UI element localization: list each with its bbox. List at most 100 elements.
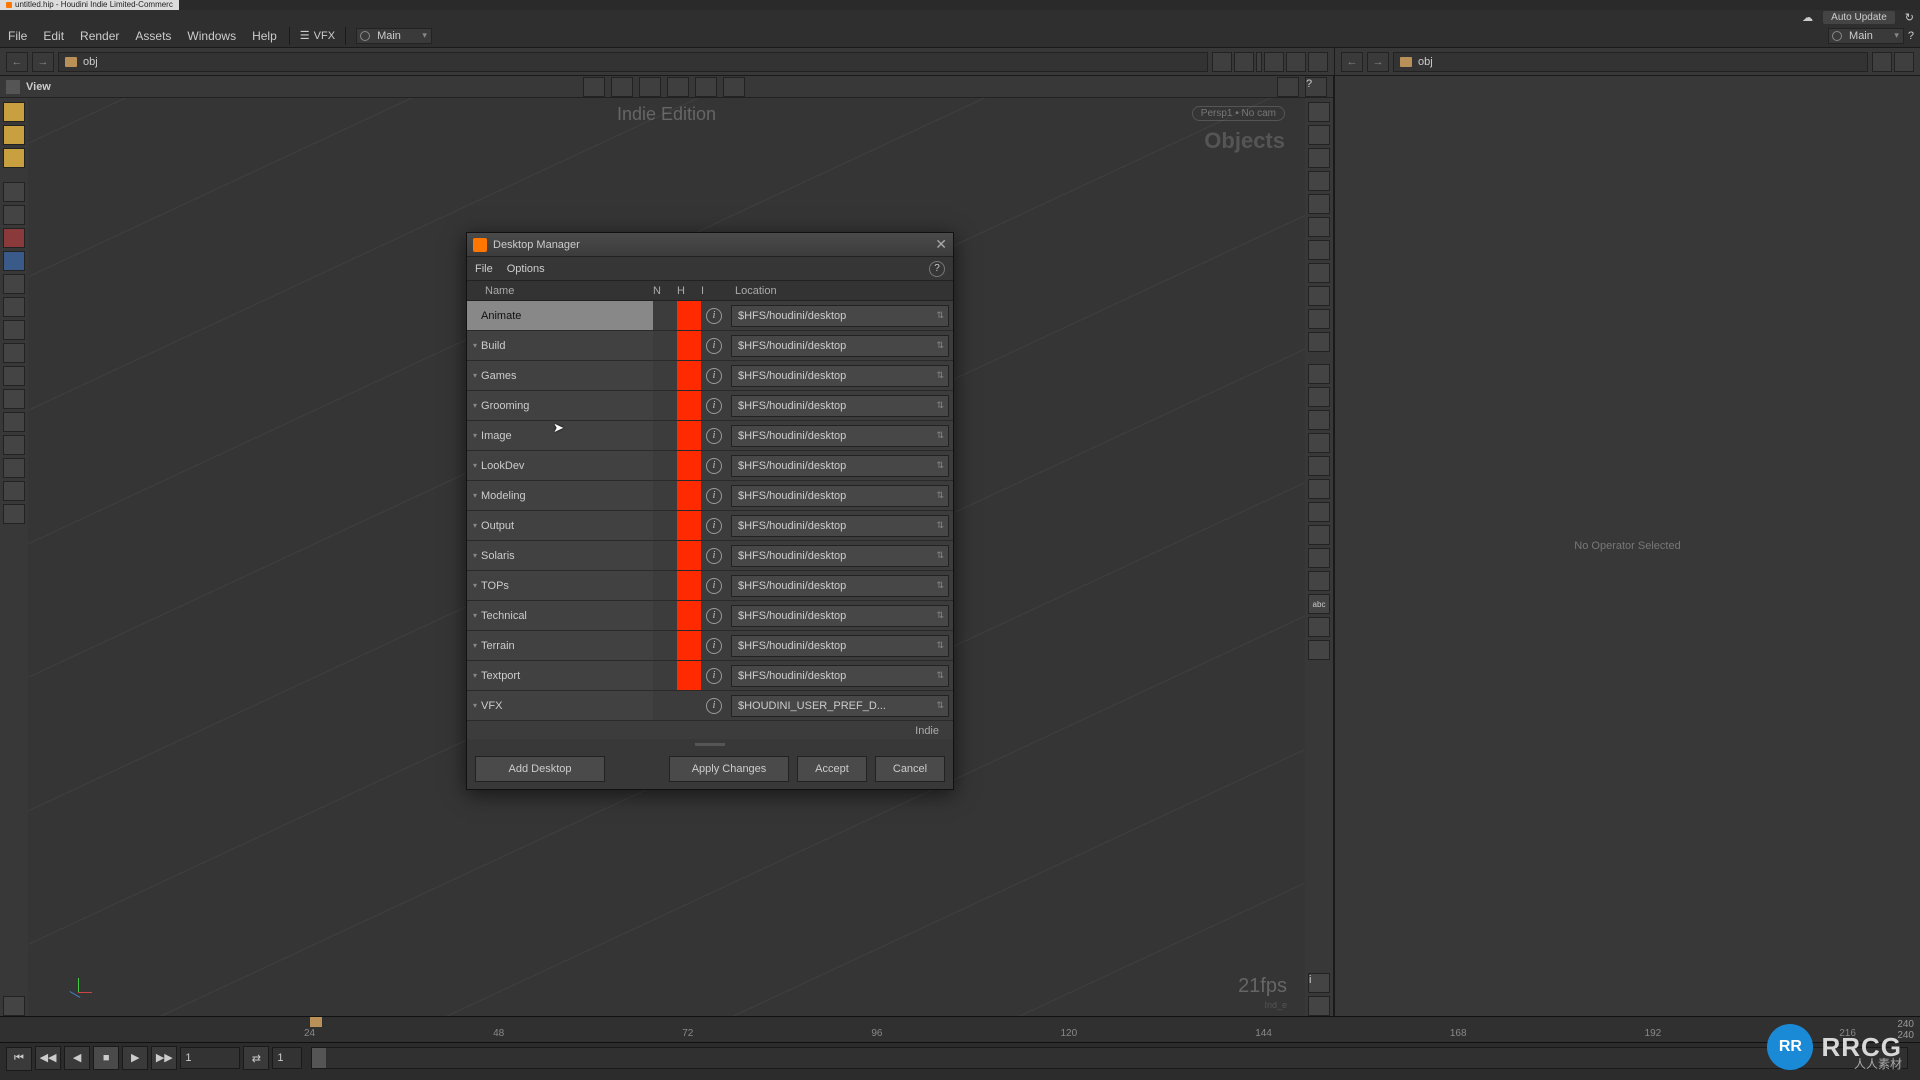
rtool-19-icon[interactable] — [1308, 525, 1330, 545]
rtool-13-icon[interactable] — [1308, 387, 1330, 407]
rtool-1-icon[interactable] — [1308, 102, 1330, 122]
menu-edit[interactable]: Edit — [35, 29, 72, 43]
rtool-21-icon[interactable] — [1308, 571, 1330, 591]
rtool-23-icon[interactable] — [1308, 640, 1330, 660]
rtool-14-icon[interactable] — [1308, 410, 1330, 430]
location-field[interactable]: $HFS/houdini/desktop — [731, 425, 949, 447]
col-name[interactable]: Name — [467, 281, 653, 300]
col-n-cell[interactable] — [653, 541, 677, 570]
rtool-20-icon[interactable] — [1308, 548, 1330, 568]
info-icon[interactable]: i — [706, 398, 722, 414]
tool-g-icon[interactable] — [3, 412, 25, 432]
menu-windows[interactable]: Windows — [179, 29, 244, 43]
menu-help[interactable]: Help — [244, 29, 285, 43]
col-n-cell[interactable] — [653, 601, 677, 630]
location-field[interactable]: $HFS/houdini/desktop — [731, 665, 949, 687]
col-n-cell[interactable] — [653, 571, 677, 600]
vhdr-tool-4[interactable] — [667, 77, 689, 97]
dialog-menu-options[interactable]: Options — [507, 263, 545, 275]
hide-flag[interactable] — [677, 601, 701, 630]
info-icon[interactable]: i — [706, 458, 722, 474]
col-n-cell[interactable] — [653, 331, 677, 360]
rtool-7-icon[interactable] — [1308, 240, 1330, 260]
rtool-2-icon[interactable] — [1308, 125, 1330, 145]
desktop-row-animate[interactable]: ▾Animatei$HFS/houdini/desktop — [467, 301, 953, 331]
start-frame-field[interactable]: 1 — [272, 1047, 302, 1069]
menu-file[interactable]: File — [0, 29, 35, 43]
path-field-left[interactable]: obj — [58, 52, 1208, 72]
path-field-right[interactable]: obj — [1393, 52, 1868, 72]
rtool-16-icon[interactable] — [1308, 456, 1330, 476]
rtool-9-icon[interactable] — [1308, 286, 1330, 306]
desktop-row-vfx[interactable]: ▾VFXi$HOUDINI_USER_PREF_D... — [467, 691, 953, 721]
col-n-cell[interactable] — [653, 361, 677, 390]
cancel-button[interactable]: Cancel — [875, 756, 945, 782]
vhdr-tool-6[interactable] — [723, 77, 745, 97]
timeline-scrollbar[interactable] — [311, 1047, 1908, 1069]
target-icon-r[interactable] — [1894, 52, 1914, 72]
col-n-cell[interactable] — [653, 301, 677, 330]
hide-flag[interactable] — [677, 331, 701, 360]
tool-lock-icon[interactable] — [3, 205, 25, 225]
hide-flag[interactable] — [677, 361, 701, 390]
expand-icon[interactable]: ▾ — [473, 341, 477, 350]
next-frame-button[interactable]: ▶▶ — [151, 1046, 177, 1070]
hide-flag[interactable] — [677, 421, 701, 450]
timeline-ruler[interactable]: 24487296120144168192216 240240 — [0, 1017, 1920, 1043]
tool-c-icon[interactable] — [3, 320, 25, 340]
rtool-6-icon[interactable] — [1308, 217, 1330, 237]
col-n-cell[interactable] — [653, 661, 677, 690]
expand-icon[interactable]: ▾ — [473, 671, 477, 680]
expand-icon[interactable]: ▾ — [473, 611, 477, 620]
hide-flag[interactable] — [677, 541, 701, 570]
expand-icon[interactable]: ▾ — [473, 521, 477, 530]
location-field[interactable]: $HFS/houdini/desktop — [731, 485, 949, 507]
desktop-dropdown-right[interactable]: Main — [1828, 28, 1904, 44]
location-field[interactable]: $HFS/houdini/desktop — [731, 545, 949, 567]
col-n-cell[interactable] — [653, 511, 677, 540]
location-field[interactable]: $HFS/houdini/desktop — [731, 365, 949, 387]
rtool-8-icon[interactable] — [1308, 263, 1330, 283]
vhdr-tool-5[interactable] — [695, 77, 717, 97]
location-field[interactable]: $HFS/houdini/desktop — [731, 395, 949, 417]
col-n-cell[interactable] — [653, 451, 677, 480]
info-icon[interactable]: i — [706, 368, 722, 384]
rtool-18-icon[interactable] — [1308, 502, 1330, 522]
col-n-cell[interactable] — [653, 691, 677, 720]
expand-icon[interactable]: ▾ — [473, 431, 477, 440]
location-field[interactable]: $HFS/houdini/desktop — [731, 605, 949, 627]
hide-flag[interactable] — [677, 451, 701, 480]
expand-icon[interactable]: ▾ — [473, 461, 477, 470]
col-h[interactable]: H — [677, 281, 701, 300]
hide-flag[interactable] — [677, 301, 701, 330]
rtool-15-icon[interactable] — [1308, 433, 1330, 453]
tool-select-icon[interactable] — [3, 102, 25, 122]
tool-light-icon[interactable] — [3, 251, 25, 271]
tool-h-icon[interactable] — [3, 435, 25, 455]
tool-pointer-icon[interactable] — [3, 182, 25, 202]
desktop-row-terrain[interactable]: ▾Terraini$HFS/houdini/desktop — [467, 631, 953, 661]
expand-icon[interactable]: ▾ — [473, 371, 477, 380]
desktop-row-textport[interactable]: ▾Textporti$HFS/houdini/desktop — [467, 661, 953, 691]
expand-icon[interactable]: ▾ — [473, 311, 477, 320]
sheet-icon[interactable] — [1308, 52, 1328, 72]
help-icon[interactable]: ? — [1908, 30, 1914, 42]
info-icon[interactable]: i — [706, 428, 722, 444]
first-frame-button[interactable]: ⏮ — [6, 1047, 32, 1071]
tool-i-icon[interactable] — [3, 458, 25, 478]
location-field[interactable]: $HFS/houdini/desktop — [731, 515, 949, 537]
col-n-cell[interactable] — [653, 421, 677, 450]
menu-assets[interactable]: Assets — [127, 29, 179, 43]
playhead[interactable] — [310, 1017, 322, 1027]
accept-button[interactable]: Accept — [797, 756, 867, 782]
add-desktop-button[interactable]: Add Desktop — [475, 756, 605, 782]
info-icon[interactable]: i — [706, 548, 722, 564]
location-field[interactable]: $HOUDINI_USER_PREF_D... — [731, 695, 949, 717]
desktop-row-games[interactable]: ▾Gamesi$HFS/houdini/desktop — [467, 361, 953, 391]
location-field[interactable]: $HFS/houdini/desktop — [731, 635, 949, 657]
desktop-row-tops[interactable]: ▾TOPsi$HFS/houdini/desktop — [467, 571, 953, 601]
col-n-cell[interactable] — [653, 481, 677, 510]
tool-f-icon[interactable] — [3, 389, 25, 409]
expand-icon[interactable]: ▾ — [473, 581, 477, 590]
vhdr-help[interactable]: ? — [1305, 77, 1327, 97]
